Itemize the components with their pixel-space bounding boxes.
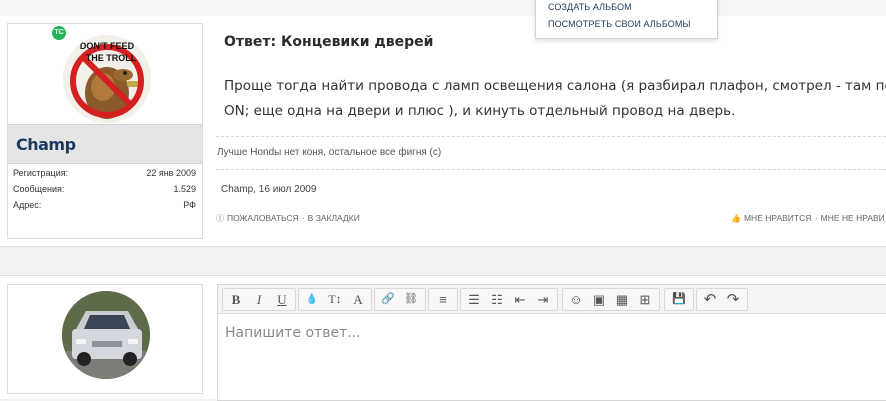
toolbar-group-history: ↶ ↷ <box>696 288 748 311</box>
warning-icon: ⓘ <box>216 214 224 223</box>
stat-label: Адрес: <box>13 200 42 210</box>
post-body-line: Проще тогда найти провода с ламп освещен… <box>224 78 886 94</box>
avatar-text-line2: THE TROLL <box>86 53 137 63</box>
media-icon[interactable]: ▦ <box>611 289 633 310</box>
reply-input-placeholder[interactable]: Напишите ответ... <box>225 325 361 341</box>
indent-icon[interactable]: ⇥ <box>532 289 554 310</box>
reply-author-avatar[interactable] <box>62 291 150 379</box>
dislike-label: Мне не нрави <box>820 213 885 223</box>
font-family-icon[interactable]: A <box>347 289 369 310</box>
albums-dropdown-menu: СОЗДАТЬ АЛЬБОМ ПОСМОТРЕТЬ СВОИ АЛЬБОМЫ <box>535 0 718 39</box>
avatar-text-line1: DON'T FEED <box>80 41 135 51</box>
reply-editor: B I U 💧 T↕ A 🔗 ⛓ ≡ ☰ ☷ ⇤ ⇥ ☺ ▣ ▦ ⊞ 💾 ↶ ↷… <box>217 284 886 401</box>
italic-button[interactable]: I <box>248 289 270 310</box>
stat-label: Регистрация: <box>13 168 69 178</box>
toolbar-group-align: ≡ <box>428 288 458 311</box>
report-label: Пожаловаться <box>227 213 299 223</box>
dislike-button[interactable]: · Мне не нрави <box>815 213 885 223</box>
underline-button[interactable]: U <box>271 289 293 310</box>
posts-separator <box>0 247 886 275</box>
align-icon[interactable]: ≡ <box>432 289 454 310</box>
top-bar <box>0 0 886 17</box>
author-avatar[interactable]: DON'T FEED THE TROLL <box>63 35 151 123</box>
troll-avatar-image: DON'T FEED THE TROLL <box>63 35 151 123</box>
separator-dot-icon: · <box>815 214 818 223</box>
outdent-icon[interactable]: ⇤ <box>509 289 531 310</box>
save-draft-icon[interactable]: 💾 <box>668 289 690 310</box>
post-body-line: ON; еще одна на двери и плюс ), и кинуть… <box>224 103 736 119</box>
thumbs-up-icon: 👍 <box>731 214 741 223</box>
toolbar-group-save: 💾 <box>664 288 694 311</box>
bookmark-button[interactable]: · В закладки <box>302 213 360 223</box>
text-color-icon[interactable]: 💧 <box>301 289 323 310</box>
like-label: Мне нравится <box>743 213 812 223</box>
bold-button[interactable]: B <box>225 289 247 310</box>
car-avatar-image <box>62 291 150 379</box>
editor-toolbar: B I U 💧 T↕ A 🔗 ⛓ ≡ ☰ ☷ ⇤ ⇥ ☺ ▣ ▦ ⊞ 💾 ↶ ↷ <box>218 285 886 314</box>
post-signature: Лучше Hondы нет коня, остальное все фигн… <box>217 147 442 158</box>
redo-icon[interactable]: ↷ <box>722 289 744 310</box>
toolbar-group-text: 💧 T↕ A <box>298 288 372 311</box>
author-username[interactable]: Champ <box>16 135 76 154</box>
view-albums-link[interactable]: ПОСМОТРЕТЬ СВОИ АЛЬБОМЫ <box>548 19 691 29</box>
unlink-icon[interactable]: ⛓ <box>400 289 422 310</box>
insert-icon[interactable]: ⊞ <box>634 289 656 310</box>
image-icon[interactable]: ▣ <box>588 289 610 310</box>
report-button[interactable]: ⓘ Пожаловаться <box>216 213 299 224</box>
post-author-card: TC DON'T FEED THE TROLL Champ Регистраци… <box>7 23 203 239</box>
forum-post: TC DON'T FEED THE TROLL Champ Регистраци… <box>0 16 886 247</box>
tc-badge: TC <box>52 26 66 40</box>
stat-value: 22 янв 2009 <box>146 168 196 178</box>
separator-dot-icon: · <box>302 214 305 223</box>
post-date[interactable]: Champ, 16 июл 2009 <box>221 184 316 195</box>
divider <box>216 169 886 170</box>
reply-author-card <box>7 284 203 394</box>
bullet-list-icon[interactable]: ☰ <box>463 289 485 310</box>
bookmark-label: В закладки <box>307 213 360 223</box>
toolbar-group-link: 🔗 ⛓ <box>374 288 426 311</box>
create-album-link[interactable]: СОЗДАТЬ АЛЬБОМ <box>548 2 632 12</box>
stat-label: Сообщения: <box>13 184 65 194</box>
post-body: Проще тогда найти провода с ламп освещен… <box>224 74 886 124</box>
divider <box>216 136 886 137</box>
smiley-icon[interactable]: ☺ <box>565 289 587 310</box>
font-size-icon[interactable]: T↕ <box>324 289 346 310</box>
quick-reply-section: B I U 💧 T↕ A 🔗 ⛓ ≡ ☰ ☷ ⇤ ⇥ ☺ ▣ ▦ ⊞ 💾 ↶ ↷… <box>0 275 886 401</box>
numbered-list-icon[interactable]: ☷ <box>486 289 508 310</box>
like-button[interactable]: 👍 Мне нравится <box>731 213 811 223</box>
stat-value: РФ <box>183 200 196 210</box>
username-bar: Champ <box>8 124 202 164</box>
link-icon[interactable]: 🔗 <box>377 289 399 310</box>
undo-icon[interactable]: ↶ <box>699 289 721 310</box>
post-title: Ответ: Концевики дверей <box>224 34 434 50</box>
toolbar-group-format: B I U <box>222 288 296 311</box>
stat-value: 1.529 <box>173 184 196 194</box>
toolbar-group-insert: ☺ ▣ ▦ ⊞ <box>562 288 660 311</box>
toolbar-group-lists: ☰ ☷ ⇤ ⇥ <box>460 288 558 311</box>
